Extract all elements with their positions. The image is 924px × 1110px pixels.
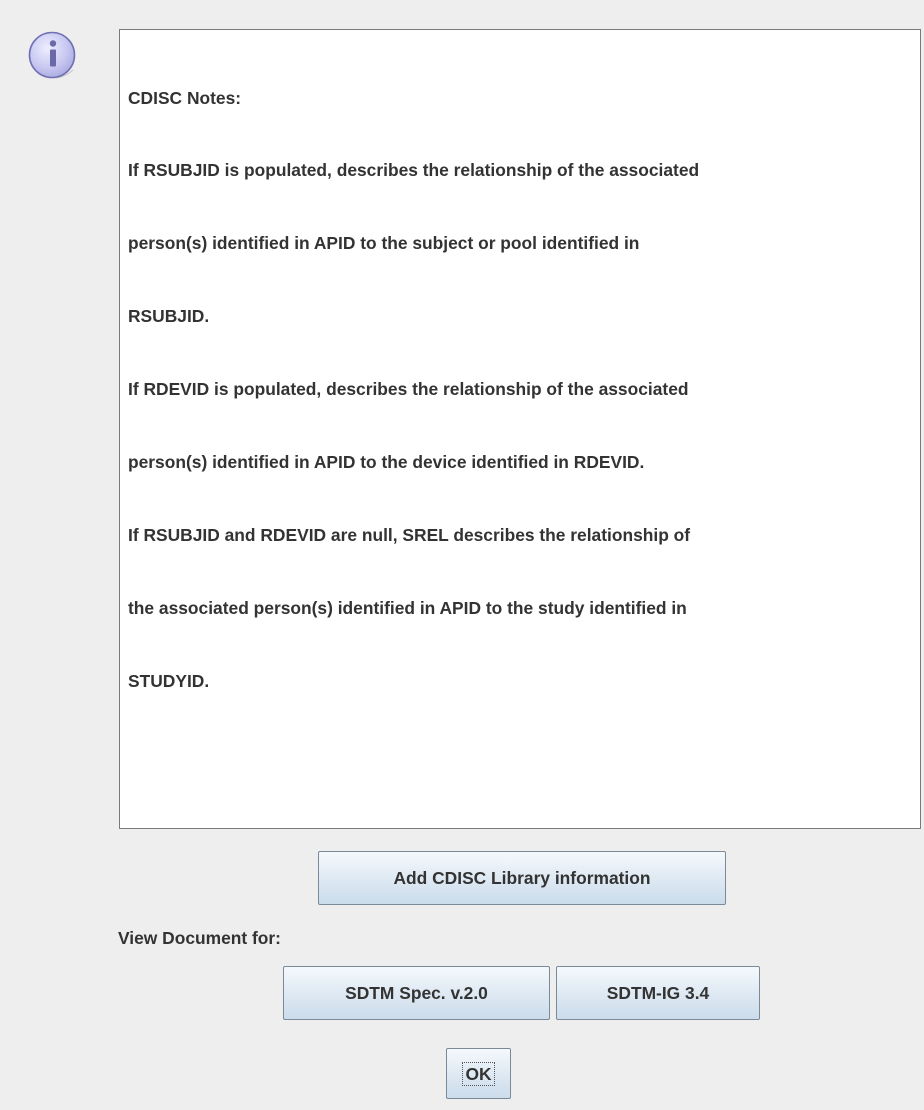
cdisc-notes-text-area[interactable]: CDISC Notes: If RSUBJID is populated, de… (119, 29, 921, 829)
notes-line: If RSUBJID is populated, describes the r… (128, 160, 700, 181)
notes-line: the associated person(s) identified in A… (128, 597, 687, 618)
notes-line: If RSUBJID and RDEVID are null, SREL des… (128, 524, 691, 545)
info-icon (28, 31, 76, 79)
ok-button-label: OK (462, 1061, 495, 1086)
notes-line: CDISC Notes: (128, 87, 242, 108)
notes-line: RSUBJID. (128, 306, 210, 327)
notes-line: STUDYID. (128, 670, 210, 691)
cdisc-notes-dialog: CDISC Notes: If RSUBJID is populated, de… (0, 0, 924, 1110)
notes-line: person(s) identified in APID to the subj… (128, 233, 640, 254)
view-document-label: View Document for: (118, 928, 281, 948)
notes-line: person(s) identified in APID to the devi… (128, 452, 645, 473)
add-cdisc-library-button[interactable]: Add CDISC Library information (318, 851, 726, 905)
notes-line: If RDEVID is populated, describes the re… (128, 379, 689, 400)
sdtm-ig-button[interactable]: SDTM-IG 3.4 (556, 966, 760, 1020)
ok-button[interactable]: OK (446, 1048, 511, 1099)
sdtm-spec-button[interactable]: SDTM Spec. v.2.0 (283, 966, 550, 1020)
